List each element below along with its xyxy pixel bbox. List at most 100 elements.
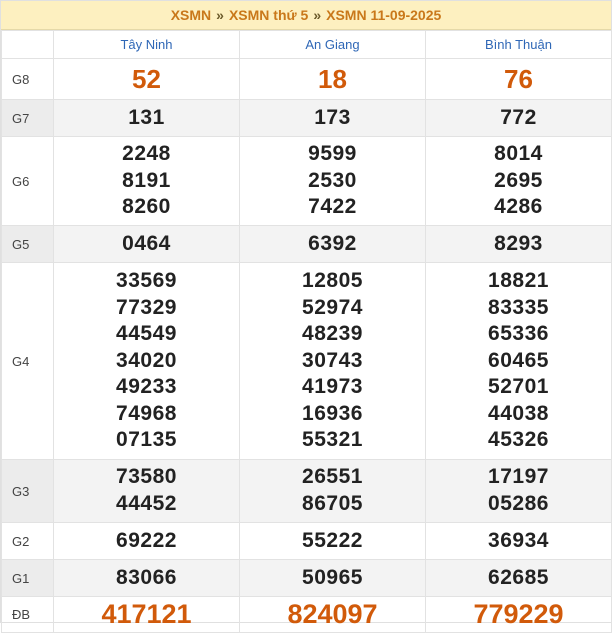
prize-label: G2 (1, 522, 54, 560)
prize-number: 2530 (308, 168, 357, 192)
prize-cell: 8014 2695 4286 (425, 136, 612, 226)
prize-number: 417121 (101, 599, 192, 629)
prize-cell: 6392 (239, 225, 426, 263)
prize-number: 83335 (488, 295, 549, 319)
prize-row-g3: G3 73580 44452 26551 86705 17197 05286 (1, 459, 612, 523)
prize-number: 9599 (308, 142, 357, 166)
breadcrumb-separator: » (313, 7, 322, 23)
prize-number: 55321 (302, 428, 363, 452)
prize-number: 44549 (116, 322, 177, 346)
prize-cell: 8293 (425, 225, 612, 263)
prize-number: 05286 (488, 492, 549, 515)
prize-label: G1 (1, 559, 54, 597)
prize-number: 74968 (116, 401, 177, 425)
prize-number: 18821 (488, 268, 549, 292)
prize-number: 8260 (122, 195, 171, 219)
prize-cell: 173 (239, 99, 426, 137)
province-header-row: Tây Ninh An Giang Bình Thuận (1, 30, 612, 59)
prize-cell: 772 (425, 99, 612, 137)
prize-row-g2: G2 69222 55222 36934 (1, 522, 612, 560)
prize-number: 62685 (488, 565, 549, 589)
prize-cell: 76 (425, 58, 612, 100)
prize-number: 772 (500, 105, 537, 129)
prize-cell: 417121 (53, 596, 240, 633)
breadcrumb-xsmn-date[interactable]: XSMN 11-09-2025 (326, 7, 441, 23)
prize-cell: 73580 44452 (53, 459, 240, 523)
prize-cell: 69222 (53, 522, 240, 560)
prize-row-g7: G7 131 173 772 (1, 99, 612, 137)
breadcrumb-xsmn[interactable]: XSMN (171, 7, 211, 23)
prize-cell: 17197 05286 (425, 459, 612, 523)
prize-number: 52701 (488, 375, 549, 399)
prize-number: 33569 (116, 268, 177, 292)
prize-row-g5: G5 0464 6392 8293 (1, 225, 612, 263)
prize-number: 44452 (116, 492, 177, 515)
prize-number: 8293 (494, 231, 543, 255)
prize-cell: 824097 (239, 596, 426, 633)
prize-number: 60465 (488, 348, 549, 372)
prize-number: 7422 (308, 195, 357, 219)
prize-cell: 0464 (53, 225, 240, 263)
prize-cell: 131 (53, 99, 240, 137)
prize-number: 52 (132, 64, 161, 94)
prize-number: 48239 (302, 322, 363, 346)
prize-cell: 52 (53, 58, 240, 100)
prize-cell: 83066 (53, 559, 240, 597)
prize-number: 0464 (122, 231, 171, 255)
prize-row-đb: ĐB 417121 824097 779229 (1, 596, 612, 633)
prize-number: 07135 (116, 428, 177, 452)
breadcrumb-separator: » (216, 7, 224, 23)
prize-cell: 50965 (239, 559, 426, 597)
prize-number: 44038 (488, 401, 549, 425)
prize-label: G8 (1, 58, 54, 100)
prize-number: 83066 (116, 565, 177, 589)
prize-cell: 33569 77329 44549 34020 49233 74968 07135 (53, 262, 240, 460)
prize-label: G5 (1, 225, 54, 263)
prize-number: 34020 (116, 348, 177, 372)
prize-cell: 26551 86705 (239, 459, 426, 523)
prize-number: 4286 (494, 195, 543, 219)
prize-number: 69222 (116, 528, 177, 552)
prize-number: 8014 (494, 142, 543, 166)
prize-number: 17197 (488, 465, 549, 489)
header-corner (1, 30, 54, 59)
prize-number: 55222 (302, 528, 363, 552)
prize-number: 49233 (116, 375, 177, 399)
prize-number: 86705 (302, 492, 363, 515)
prize-cell: 18821 83335 65336 60465 52701 44038 45326 (425, 262, 612, 460)
prize-cell: 9599 2530 7422 (239, 136, 426, 226)
prize-number: 26551 (302, 465, 363, 489)
prize-number: 73580 (116, 465, 177, 489)
prize-number: 76 (504, 64, 533, 94)
prize-label: ĐB (1, 596, 54, 633)
prize-label: G6 (1, 136, 54, 226)
prize-number: 16936 (302, 401, 363, 425)
prize-number: 45326 (488, 428, 549, 452)
province-tay-ninh[interactable]: Tây Ninh (53, 30, 240, 59)
prize-number: 30743 (302, 348, 363, 372)
prize-number: 41973 (302, 375, 363, 399)
prize-number: 77329 (116, 295, 177, 319)
prize-number: 131 (128, 105, 165, 129)
prize-number: 12805 (302, 268, 363, 292)
prize-cell: 55222 (239, 522, 426, 560)
prize-row-g6: G6 2248 8191 8260 9599 2530 7422 8014 2695 4286 (1, 136, 612, 226)
prize-number: 173 (314, 105, 351, 129)
prize-number: 8191 (122, 168, 171, 192)
prize-number: 65336 (488, 322, 549, 346)
prize-number: 2695 (494, 168, 543, 192)
prize-cell: 2248 8191 8260 (53, 136, 240, 226)
prize-number: 50965 (302, 565, 363, 589)
prize-cell: 18 (239, 58, 426, 100)
prize-label: G4 (1, 262, 54, 460)
prize-row-g4: G4 33569 77329 44549 34020 49233 74968 07135 128… (1, 262, 612, 460)
breadcrumb-xsmn-thu-5[interactable]: XSMN thứ 5 (229, 7, 308, 23)
province-an-giang[interactable]: An Giang (239, 30, 426, 59)
prize-cell: 36934 (425, 522, 612, 560)
prize-number: 779229 (473, 599, 564, 629)
prize-cell: 12805 52974 48239 30743 41973 16936 55321 (239, 262, 426, 460)
prize-cell: 779229 (425, 596, 612, 633)
province-binh-thuan[interactable]: Bình Thuận (425, 30, 612, 59)
prize-label: G7 (1, 99, 54, 137)
breadcrumb: XSMN » XSMN thứ 5 » XSMN 11-09-2025 (1, 1, 611, 30)
